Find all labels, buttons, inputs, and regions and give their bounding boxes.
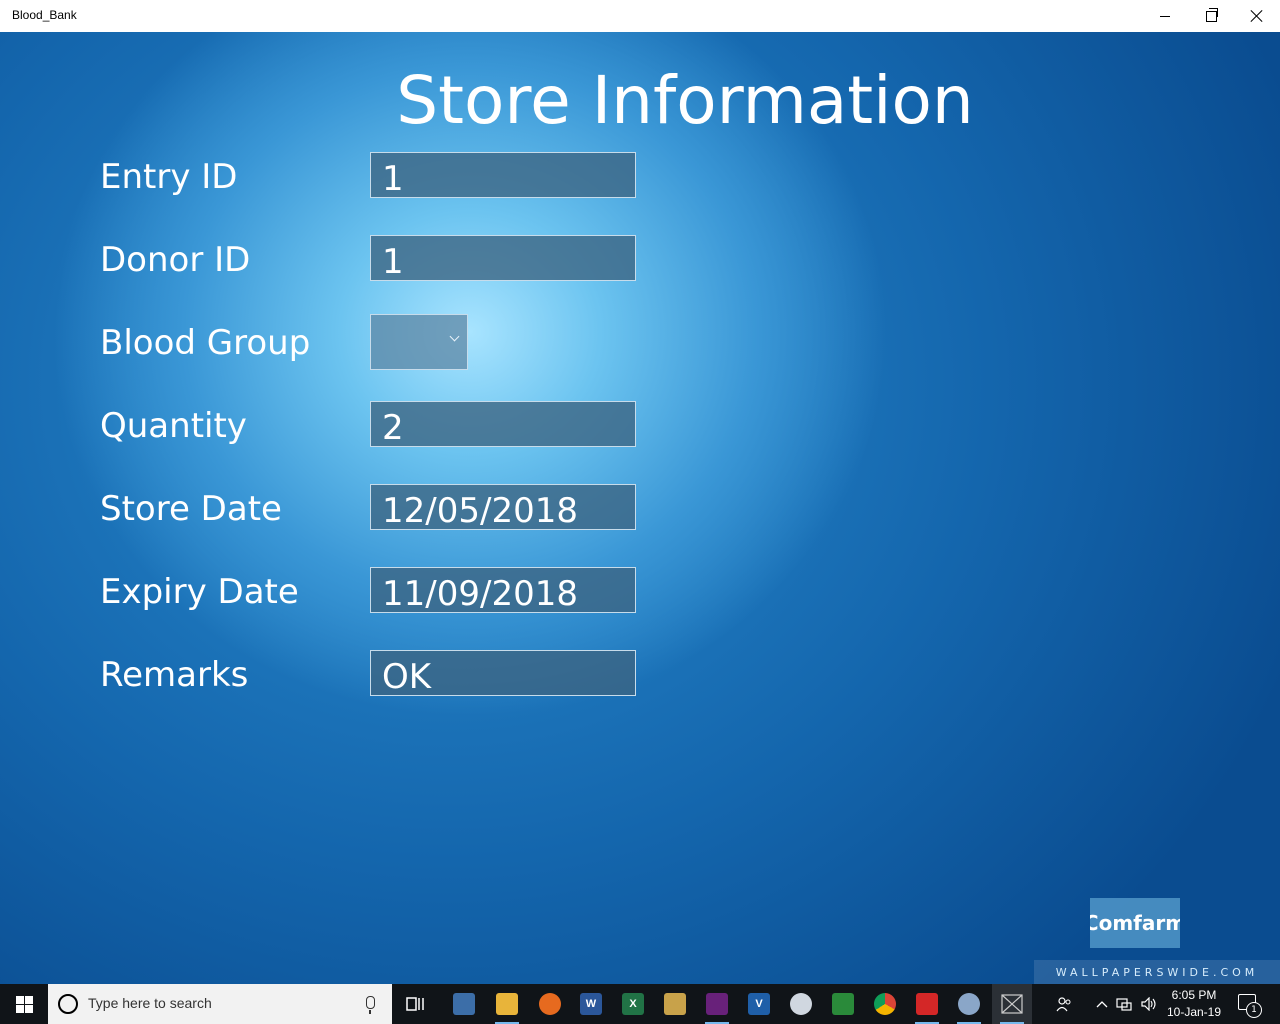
paint-icon xyxy=(790,993,812,1015)
wallpaper-watermark: WALLPAPERSWIDE.COM xyxy=(1034,960,1280,984)
quantity-input[interactable]: 2 xyxy=(370,401,636,448)
taskbar: Type here to search W X V 6:05 PM 10-Jan… xyxy=(0,984,1280,1024)
taskbar-firefox[interactable] xyxy=(530,984,570,1024)
quantity-label: Quantity xyxy=(100,406,247,446)
app-canvas: Store Information Entry ID 1 Donor ID 1 … xyxy=(0,32,1280,984)
taskbar-chrome[interactable] xyxy=(865,984,905,1024)
donor-id-label: Donor ID xyxy=(100,240,251,280)
window-title: Blood_Bank xyxy=(12,8,77,22)
start-button[interactable] xyxy=(0,984,48,1024)
entry-id-label: Entry ID xyxy=(100,157,238,197)
people-icon xyxy=(1056,997,1071,1012)
remarks-label: Remarks xyxy=(100,655,249,695)
clock-time: 6:05 PM xyxy=(1171,988,1217,1002)
minimize-icon xyxy=(1160,15,1170,17)
folder-icon xyxy=(496,993,518,1015)
word-icon: W xyxy=(580,993,602,1015)
network-icon xyxy=(1116,998,1132,1011)
notification-count-badge: 1 xyxy=(1246,1002,1262,1018)
people-button[interactable] xyxy=(1046,984,1082,1024)
acrobat-icon xyxy=(916,993,938,1015)
taskbar-word[interactable]: W xyxy=(571,984,611,1024)
visual-studio-icon xyxy=(706,993,728,1015)
close-icon xyxy=(1251,10,1263,22)
taskbar-vm-tool[interactable] xyxy=(823,984,863,1024)
show-hidden-icons-button[interactable] xyxy=(1092,984,1112,1024)
taskbar-app-1[interactable] xyxy=(444,984,484,1024)
cortana-icon xyxy=(58,994,78,1014)
chrome-icon xyxy=(874,993,896,1015)
close-button[interactable] xyxy=(1234,0,1280,32)
firefox-icon xyxy=(539,993,561,1015)
restore-icon xyxy=(1205,7,1218,22)
volume-button[interactable] xyxy=(1138,984,1160,1024)
taskbar-file-explorer[interactable] xyxy=(487,984,527,1024)
taskbar-excel[interactable]: X xyxy=(613,984,653,1024)
store-date-label: Store Date xyxy=(100,489,282,529)
excel-icon: X xyxy=(622,993,644,1015)
page-title: Store Information xyxy=(396,62,974,139)
taskbar-sql-tool[interactable] xyxy=(655,984,695,1024)
taskbar-blood-bank[interactable] xyxy=(992,984,1032,1024)
entry-id-input[interactable]: 1 xyxy=(370,152,636,199)
eye-icon xyxy=(832,993,854,1015)
task-view-button[interactable] xyxy=(396,984,436,1024)
search-placeholder: Type here to search xyxy=(88,995,212,1011)
clock-date: 10-Jan-19 xyxy=(1166,1005,1222,1019)
taskbar-acrobat[interactable] xyxy=(907,984,947,1024)
windows-logo-icon xyxy=(15,995,33,1013)
taskbar-search[interactable]: Type here to search xyxy=(48,984,392,1024)
taskbar-clock[interactable]: 6:05 PM 10-Jan-19 xyxy=(1162,987,1226,1021)
volume-icon xyxy=(1141,997,1156,1011)
taskbar-paint[interactable] xyxy=(781,984,821,1024)
microphone-icon[interactable] xyxy=(366,996,375,1014)
remarks-input[interactable]: OK xyxy=(370,650,636,697)
blood-group-select[interactable] xyxy=(370,314,468,370)
chevron-down-icon xyxy=(449,331,460,342)
minimize-button[interactable] xyxy=(1142,0,1188,32)
taskbar-paint-brush[interactable] xyxy=(949,984,989,1024)
expiry-date-input[interactable]: 11/09/2018 xyxy=(370,567,636,614)
blood-group-label: Blood Group xyxy=(100,323,311,363)
window-app-icon xyxy=(453,993,475,1015)
app-window-icon xyxy=(1001,994,1023,1014)
chevron-up-icon xyxy=(1096,1001,1108,1008)
expiry-date-label: Expiry Date xyxy=(100,572,299,612)
store-date-input[interactable]: 12/05/2018 xyxy=(370,484,636,531)
taskbar-vs-code[interactable]: V xyxy=(739,984,779,1024)
task-view-icon xyxy=(406,997,424,1011)
taskbar-visual-studio[interactable] xyxy=(697,984,737,1024)
network-button[interactable] xyxy=(1114,984,1134,1024)
paint-brush-icon xyxy=(958,993,980,1015)
donor-id-input[interactable]: 1 xyxy=(370,235,636,282)
restore-button[interactable] xyxy=(1188,0,1234,32)
confirm-button[interactable]: Comfarm xyxy=(1090,898,1180,948)
sql-tool-icon xyxy=(664,993,686,1015)
vs-icon: V xyxy=(748,993,770,1015)
title-bar: Blood_Bank xyxy=(0,0,1280,32)
